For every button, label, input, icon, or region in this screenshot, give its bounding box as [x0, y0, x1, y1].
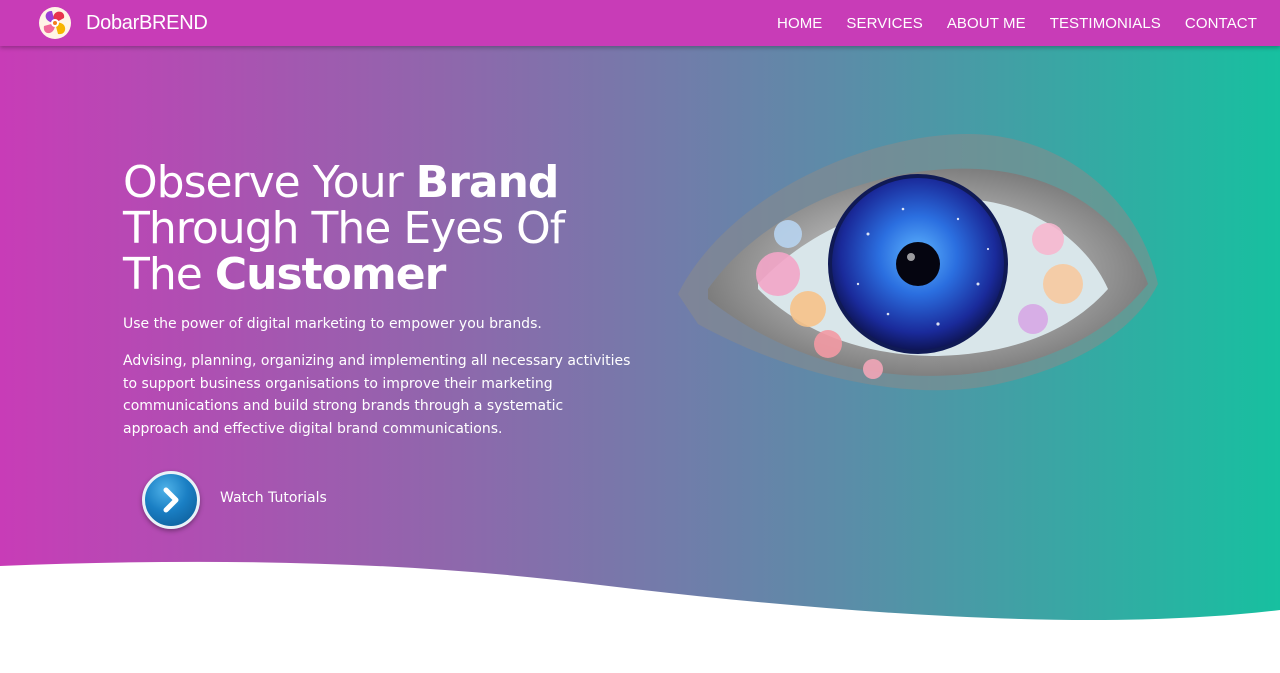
navbar: DobarBREND HOME SERVICES ABOUT ME TESTIM… [0, 0, 1280, 46]
nav-services[interactable]: SERVICES [846, 15, 922, 32]
hero-subtitle: Use the power of digital marketing to em… [123, 316, 542, 332]
nav-home[interactable]: HOME [777, 15, 822, 32]
watch-tutorials-button[interactable] [142, 471, 200, 529]
watch-tutorials-link[interactable]: Watch Tutorials [220, 490, 327, 506]
hero-title-bold2: Customer [214, 249, 446, 300]
chevron-right-icon [163, 487, 179, 513]
hero-title: Observe Your Brand Through The Eyes Of T… [123, 160, 643, 298]
hero-title-bold1: Brand [415, 157, 560, 208]
brand-name: DobarBREND [86, 11, 208, 34]
hero-description: Advising, planning, organizing and imple… [123, 353, 631, 437]
nav-contact[interactable]: CONTACT [1185, 15, 1257, 32]
main-nav: HOME SERVICES ABOUT ME TESTIMONIALS CONT… [753, 0, 1257, 46]
hero-section: Observe Your Brand Through The Eyes Of T… [0, 0, 1280, 673]
nav-testimonials[interactable]: TESTIMONIALS [1050, 15, 1161, 32]
eye-illustration [678, 134, 1158, 391]
swirl-logo-icon [39, 7, 71, 39]
nav-about-me[interactable]: ABOUT ME [947, 15, 1026, 32]
brand-link[interactable]: DobarBREND [38, 5, 208, 41]
hero-title-part1: Observe Your [123, 157, 416, 208]
